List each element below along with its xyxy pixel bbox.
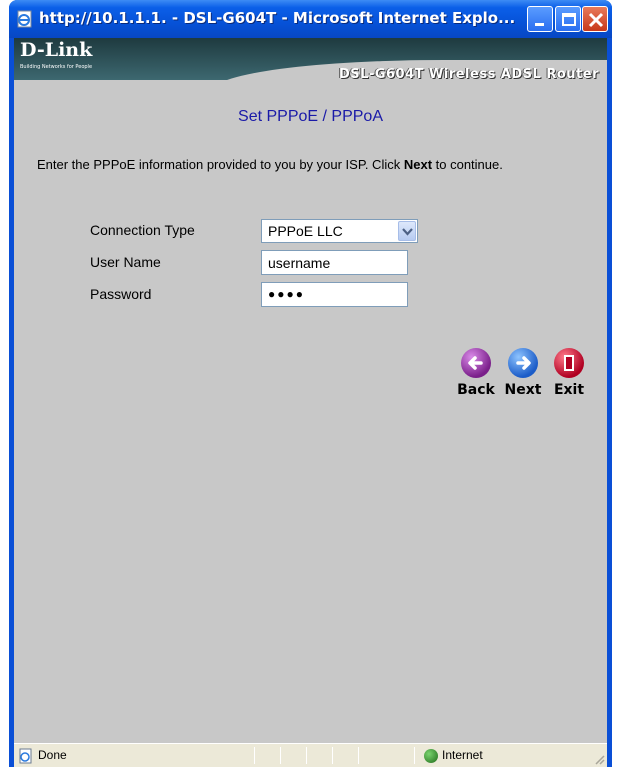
status-divider xyxy=(280,747,281,764)
next-label: Next xyxy=(504,382,542,398)
back-button[interactable]: Back xyxy=(452,348,500,398)
resize-grip-icon[interactable] xyxy=(593,753,605,765)
status-divider xyxy=(306,747,307,764)
page-viewport: D-Link Building Networks for People DSL-… xyxy=(14,38,607,743)
back-label: Back xyxy=(457,382,495,398)
minimize-icon xyxy=(535,23,544,26)
status-divider xyxy=(414,747,415,764)
page-done-icon xyxy=(19,748,32,764)
status-divider xyxy=(332,747,333,764)
close-icon xyxy=(588,12,604,28)
connection-type-select[interactable]: PPPoE LLC xyxy=(261,219,418,243)
instructions-text-end: to continue. xyxy=(432,157,503,172)
connection-type-label: Connection Type xyxy=(90,222,195,238)
title-bar[interactable]: http://10.1.1.1. - DSL-G604T - Microsoft… xyxy=(9,0,612,38)
status-divider xyxy=(358,747,359,764)
browser-window: http://10.1.1.1. - DSL-G604T - Microsoft… xyxy=(9,0,612,767)
maximize-icon xyxy=(562,13,576,26)
exit-label: Exit xyxy=(553,382,585,398)
page-title: Set PPPoE / PPPoA xyxy=(238,108,383,125)
dropdown-button[interactable] xyxy=(398,221,416,241)
window-title: http://10.1.1.1. - DSL-G604T - Microsoft… xyxy=(39,9,516,27)
connection-type-value: PPPoE LLC xyxy=(268,223,343,239)
dlink-logo: D-Link xyxy=(20,39,93,61)
back-arrow-icon xyxy=(461,348,491,378)
status-divider xyxy=(254,747,255,764)
minimize-button[interactable] xyxy=(527,6,553,32)
close-button[interactable] xyxy=(582,6,608,32)
next-arrow-icon xyxy=(508,348,538,378)
status-text: Done xyxy=(38,748,67,762)
dlink-tagline: Building Networks for People xyxy=(20,64,93,70)
password-label: Password xyxy=(90,286,152,302)
maximize-button[interactable] xyxy=(555,6,581,32)
username-input[interactable]: username xyxy=(261,250,408,275)
password-input[interactable]: ●●●● xyxy=(261,282,408,307)
ie-page-icon xyxy=(17,10,32,28)
status-bar: Done Internet xyxy=(14,743,607,767)
instructions-text-start: Enter the PPPoE information provided to … xyxy=(37,157,404,172)
username-label: User Name xyxy=(90,254,161,270)
product-name: DSL-G604T Wireless ADSL Router xyxy=(339,67,599,82)
internet-globe-icon xyxy=(424,749,438,763)
zone-text: Internet xyxy=(442,748,483,762)
instructions-next-bold: Next xyxy=(403,157,433,172)
instructions-text: Enter the PPPoE information provided to … xyxy=(37,156,577,173)
exit-button[interactable]: Exit xyxy=(545,348,593,398)
dlink-banner: D-Link Building Networks for People DSL-… xyxy=(14,38,607,120)
next-button[interactable]: Next xyxy=(499,348,547,398)
chevron-down-icon xyxy=(402,228,413,236)
exit-door-icon xyxy=(554,348,584,378)
